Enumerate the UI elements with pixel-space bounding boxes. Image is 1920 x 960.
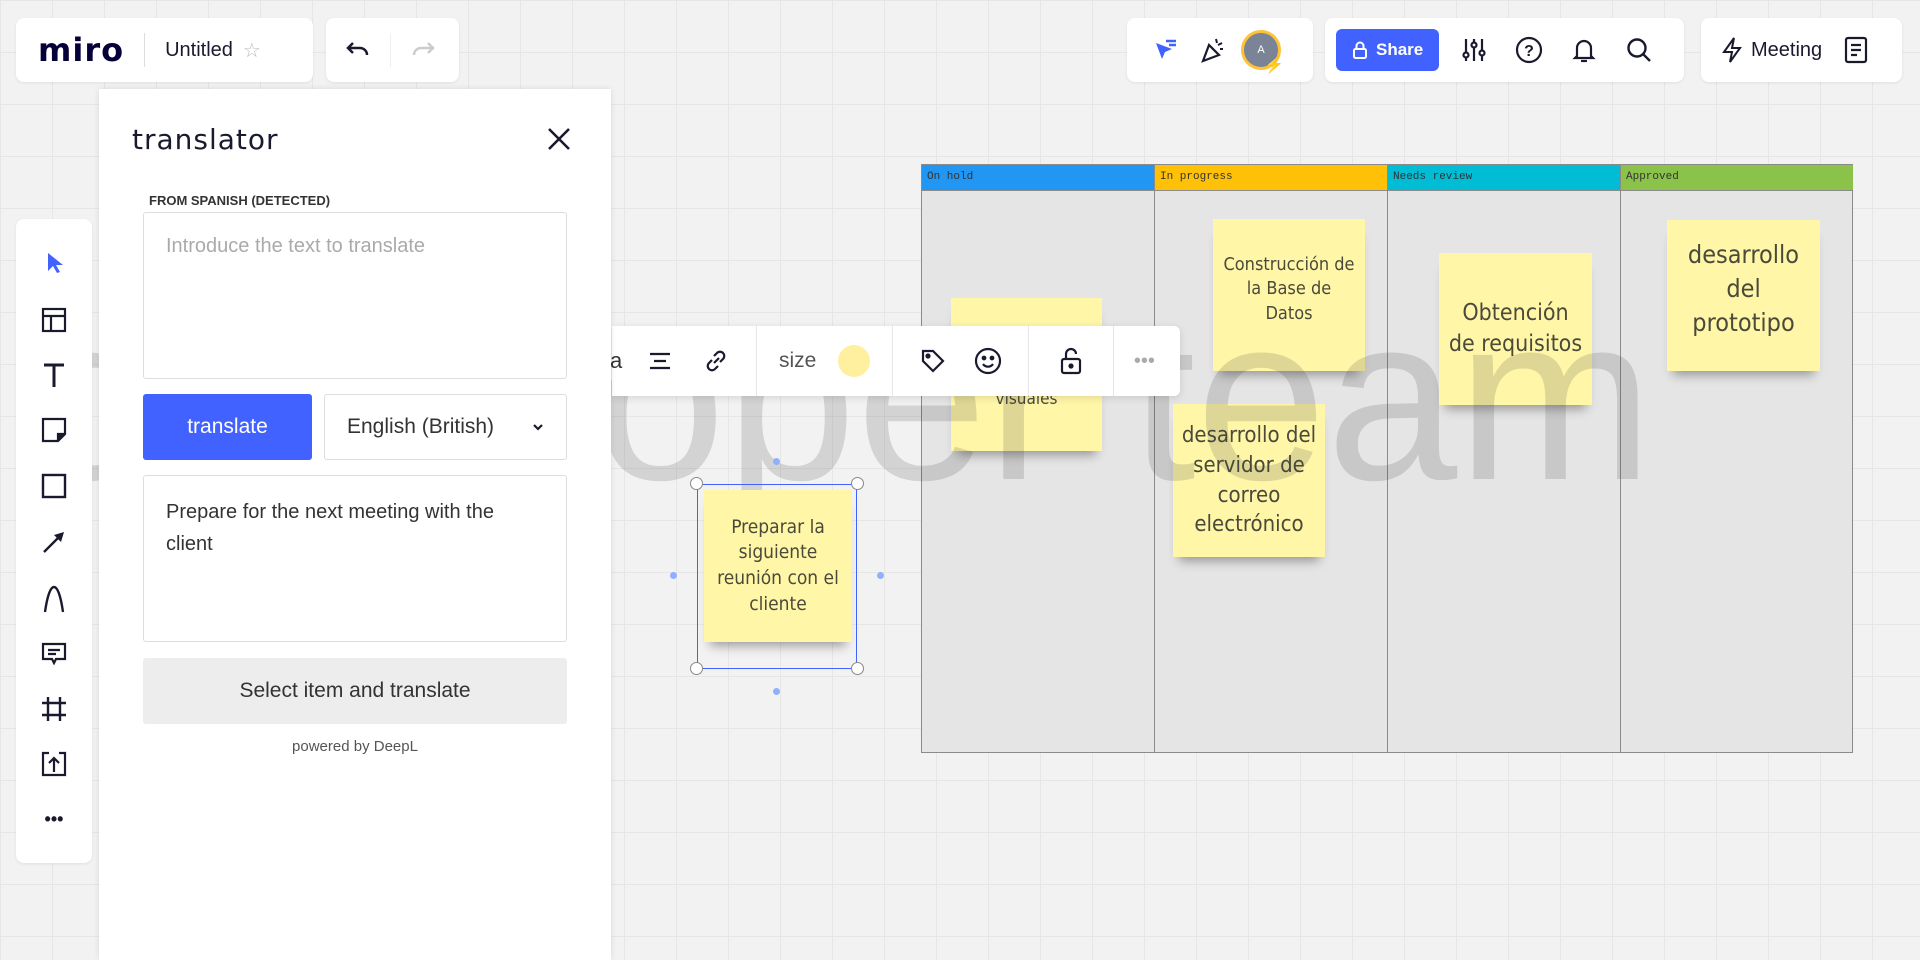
cursor-follow-icon[interactable] bbox=[1145, 30, 1185, 70]
arrow-icon[interactable] bbox=[34, 522, 74, 562]
collab-group: A ⚡ bbox=[1127, 18, 1313, 82]
divider bbox=[1028, 326, 1030, 396]
input-placeholder: Introduce the text to translate bbox=[166, 235, 426, 257]
powered-by-label: powered by DeepL bbox=[292, 738, 418, 755]
divider bbox=[892, 326, 894, 396]
tag-icon[interactable] bbox=[913, 341, 953, 381]
history-controls bbox=[326, 18, 459, 82]
notes-icon[interactable] bbox=[1836, 30, 1876, 70]
translation-output[interactable]: Prepare for the next meeting with the cl… bbox=[143, 475, 567, 642]
translator-panel: translator FROM SPANISH (DETECTED) Intro… bbox=[99, 89, 611, 960]
resize-handle[interactable] bbox=[851, 477, 864, 490]
comment-icon[interactable] bbox=[34, 634, 74, 674]
select-item-translate-button[interactable]: Select item and translate bbox=[143, 658, 567, 724]
meeting-button[interactable]: Meeting bbox=[1751, 39, 1822, 62]
column-on-hold: On hold bbox=[922, 165, 1155, 752]
selection-box[interactable] bbox=[697, 484, 857, 669]
board-header: miro Untitled ☆ bbox=[16, 18, 313, 82]
font-button[interactable]: a bbox=[610, 348, 640, 374]
target-language-select[interactable]: English (British) bbox=[324, 394, 567, 460]
connector-dot[interactable] bbox=[670, 572, 677, 579]
connector-dot[interactable] bbox=[877, 572, 884, 579]
lightning-icon[interactable] bbox=[1721, 36, 1743, 64]
select-tool-icon[interactable] bbox=[34, 243, 74, 283]
resize-handle[interactable] bbox=[851, 662, 864, 675]
upload-icon[interactable] bbox=[34, 744, 74, 784]
sticky-note[interactable]: Construcción de la Base de Datos bbox=[1213, 219, 1365, 371]
selected-language: English (British) bbox=[347, 415, 495, 438]
context-toolbar: a size ••• bbox=[610, 326, 1180, 396]
lightning-badge-icon: ⚡ bbox=[1264, 57, 1284, 74]
resize-handle[interactable] bbox=[690, 662, 703, 675]
text-tool-icon[interactable] bbox=[34, 355, 74, 395]
connector-dot[interactable] bbox=[773, 688, 780, 695]
meeting-group: Meeting bbox=[1701, 18, 1902, 82]
source-language-label: FROM SPANISH (DETECTED) bbox=[149, 193, 331, 208]
sticky-note-icon[interactable] bbox=[34, 410, 74, 450]
sticky-note[interactable]: Obtención de requisitos bbox=[1439, 253, 1592, 405]
avatar[interactable]: A ⚡ bbox=[1241, 30, 1284, 74]
sticky-note[interactable]: desarrollo del servidor de correo electr… bbox=[1173, 404, 1325, 557]
resize-handle[interactable] bbox=[690, 477, 703, 490]
settings-sliders-icon[interactable] bbox=[1454, 30, 1494, 70]
lock-icon bbox=[1353, 41, 1367, 59]
close-icon[interactable] bbox=[545, 125, 573, 153]
sticky-note[interactable]: desarrollo del prototipo bbox=[1667, 220, 1820, 371]
help-icon[interactable]: ? bbox=[1509, 30, 1549, 70]
board-title[interactable]: Untitled bbox=[165, 39, 233, 62]
shape-icon[interactable] bbox=[34, 466, 74, 506]
size-button[interactable]: size bbox=[779, 349, 816, 373]
undo-icon[interactable] bbox=[338, 30, 378, 70]
celebrate-icon[interactable] bbox=[1193, 30, 1233, 70]
connector-dot[interactable] bbox=[773, 458, 780, 465]
divider bbox=[144, 33, 146, 67]
frame-icon[interactable] bbox=[34, 689, 74, 729]
divider bbox=[1113, 326, 1115, 396]
more-options-icon[interactable]: ••• bbox=[1124, 341, 1164, 381]
star-icon[interactable]: ☆ bbox=[243, 38, 261, 63]
align-center-icon[interactable] bbox=[640, 341, 680, 381]
tools-toolbar: ••• bbox=[16, 219, 92, 863]
source-text-input[interactable]: Introduce the text to translate bbox=[143, 212, 567, 379]
divider bbox=[756, 326, 757, 396]
column-header: In progress bbox=[1155, 165, 1387, 191]
share-label: Share bbox=[1376, 40, 1424, 59]
templates-icon[interactable] bbox=[34, 300, 74, 340]
search-icon[interactable] bbox=[1619, 30, 1659, 70]
svg-text:?: ? bbox=[1524, 43, 1534, 60]
actions-group: Share ? bbox=[1325, 18, 1684, 82]
miro-logo[interactable]: miro bbox=[38, 31, 124, 69]
pen-icon[interactable] bbox=[34, 579, 74, 619]
column-header: Approved bbox=[1621, 165, 1853, 191]
link-icon[interactable] bbox=[696, 341, 736, 381]
column-header: On hold bbox=[922, 165, 1154, 191]
redo-icon[interactable] bbox=[403, 30, 443, 70]
panel-title: translator bbox=[132, 123, 279, 156]
bell-icon[interactable] bbox=[1564, 30, 1604, 70]
emoji-icon[interactable] bbox=[968, 341, 1008, 381]
share-button[interactable]: Share bbox=[1336, 29, 1440, 71]
translate-button[interactable]: translate bbox=[143, 394, 312, 460]
column-header: Needs review bbox=[1388, 165, 1620, 191]
more-tools-icon[interactable]: ••• bbox=[34, 799, 74, 839]
unlock-icon[interactable] bbox=[1051, 341, 1091, 381]
chevron-down-icon bbox=[533, 424, 543, 431]
color-picker[interactable] bbox=[838, 345, 871, 377]
